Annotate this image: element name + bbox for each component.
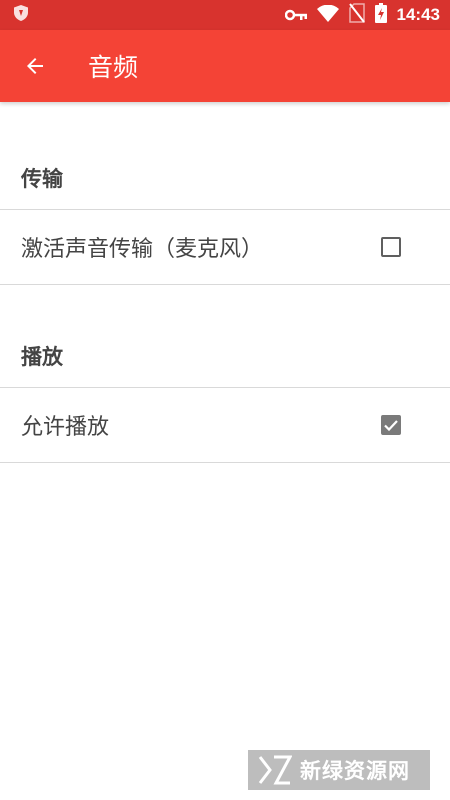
category-header-transmission: 传输	[21, 167, 63, 191]
watermark: 新绿资源网	[248, 750, 430, 790]
pref-label: 激活声音传输（麦克风）	[21, 237, 264, 262]
no-sim-icon	[348, 3, 365, 27]
arrow-left-icon	[27, 58, 43, 74]
page-title: 音频	[88, 53, 139, 82]
vpn-key-icon	[284, 6, 307, 25]
pref-label: 允许播放	[21, 415, 110, 440]
battery-charging-icon	[374, 3, 387, 27]
watermark-text: 新绿资源网	[300, 759, 410, 783]
allow-playback-checkbox[interactable]	[381, 415, 401, 435]
pref-activate-audio-transmission[interactable]: 激活声音传输（麦克风）	[0, 209, 450, 285]
app-bar: 音频	[0, 30, 450, 102]
shield-icon	[14, 5, 28, 25]
wifi-icon	[316, 4, 339, 26]
status-bar: 14:43	[0, 0, 450, 30]
checkmark-icon	[384, 420, 398, 432]
category-header-playback: 播放	[21, 345, 63, 369]
activate-mic-checkbox[interactable]	[381, 237, 401, 257]
settings-list: 传输 激活声音传输（麦克风） 播放 允许播放	[0, 102, 450, 463]
pref-allow-playback[interactable]: 允许播放	[0, 387, 450, 463]
status-time: 14:43	[396, 5, 440, 24]
back-button[interactable]	[20, 51, 50, 81]
watermark-logo-icon	[258, 755, 292, 785]
